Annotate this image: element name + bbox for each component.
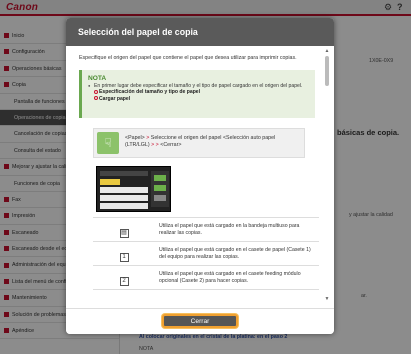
drawer-2-icon: 2: [119, 276, 129, 286]
device-screen-image: [96, 166, 171, 212]
dialog-title: Selección del papel de copia: [66, 18, 334, 46]
option-description: Utiliza el papel que está cargado en el …: [155, 265, 319, 290]
table-row: 1 Utiliza el papel que está cargado en e…: [93, 241, 319, 266]
hand-touch-icon: ☟: [97, 132, 119, 154]
note-text: En primer lugar debe especificar el tama…: [88, 83, 309, 90]
drawer-1-icon: 1: [119, 252, 129, 262]
link-bullet-icon: [94, 90, 98, 95]
dialog-scrollbar[interactable]: ▲ ▼: [324, 46, 330, 308]
table-row: ▤ Utiliza el papel que está cargado en l…: [93, 217, 319, 242]
link-bullet-icon: [94, 96, 98, 101]
scroll-thumb[interactable]: [325, 56, 329, 86]
option-description: Utiliza el papel que está cargado en la …: [155, 217, 319, 242]
paper-source-table: ▤ Utiliza el papel que está cargado en l…: [93, 217, 319, 290]
option-description: Utiliza el papel que está cargado en el …: [155, 241, 319, 266]
step-instruction: ☟ <Papel> > Seleccione el origen del pap…: [93, 128, 305, 158]
note-title: NOTA: [88, 75, 107, 82]
scroll-up-icon[interactable]: ▲: [324, 48, 330, 54]
note-link-load-paper[interactable]: Cargar papel: [88, 96, 309, 102]
dialog-body: Especifique el origen del papel que cont…: [66, 46, 334, 308]
close-button[interactable]: Cerrar: [162, 314, 238, 328]
multipurpose-tray-icon: ▤: [119, 228, 129, 238]
note-box: NOTA En primer lugar debe especificar el…: [79, 70, 315, 118]
scroll-down-icon[interactable]: ▼: [324, 296, 330, 302]
dialog-footer: Cerrar: [66, 308, 334, 334]
step-text: <Papel> > Seleccione el origen del papel…: [125, 135, 276, 148]
dialog-intro: Especifique el origen del papel que cont…: [79, 55, 297, 61]
table-row: 2 Utiliza el papel que está cargado en e…: [93, 265, 319, 290]
paper-select-dialog: Selección del papel de copia Especifique…: [66, 18, 334, 334]
